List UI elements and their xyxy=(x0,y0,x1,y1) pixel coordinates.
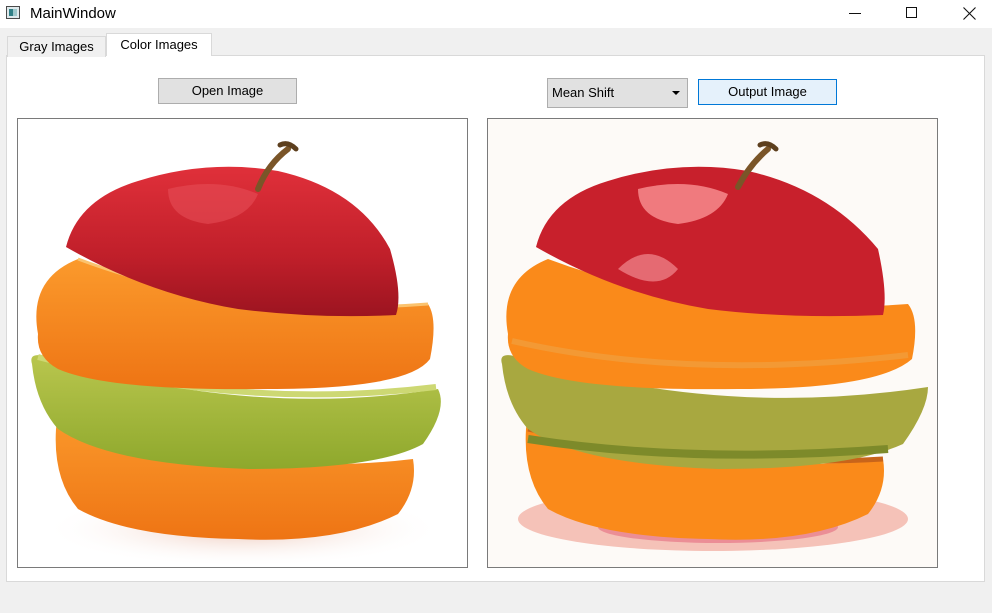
tab-color-images[interactable]: Color Images xyxy=(106,33,212,56)
maximize-icon[interactable] xyxy=(888,0,934,28)
window-title: MainWindow xyxy=(30,5,116,22)
output-image-view xyxy=(487,118,938,568)
close-icon[interactable] xyxy=(946,0,992,28)
input-image-view xyxy=(17,118,468,568)
title-bar: MainWindow xyxy=(0,0,992,28)
input-fruit-image xyxy=(31,141,443,567)
tab-gray-images[interactable]: Gray Images xyxy=(7,36,106,57)
app-icon xyxy=(6,6,20,19)
dropdown-arrow-icon xyxy=(672,91,680,95)
output-image-button[interactable]: Output Image xyxy=(698,79,837,105)
minimize-icon[interactable] xyxy=(832,0,878,28)
method-select-value: Mean Shift xyxy=(552,85,615,100)
method-select[interactable]: Mean Shift xyxy=(547,78,688,108)
open-image-button[interactable]: Open Image xyxy=(158,78,297,104)
output-fruit-image xyxy=(501,141,928,551)
